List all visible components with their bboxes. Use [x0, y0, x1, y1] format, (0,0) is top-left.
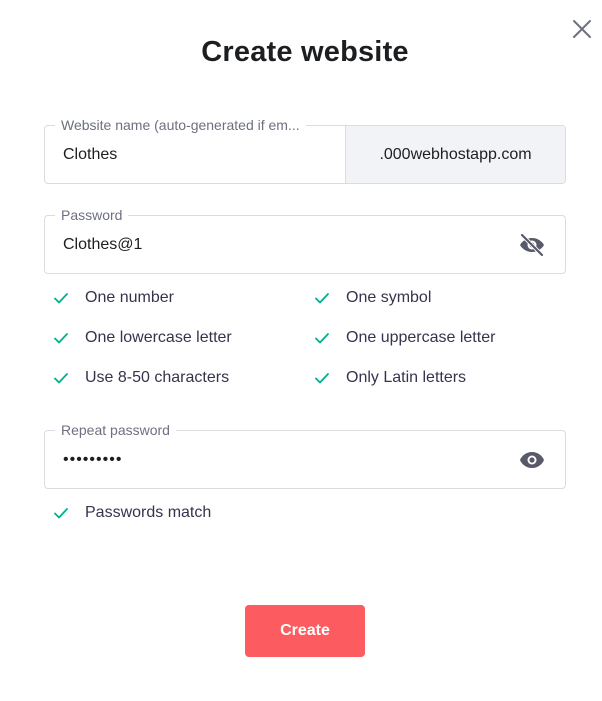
- requirement-latin: Only Latin letters: [314, 369, 466, 387]
- repeat-password-input[interactable]: [63, 431, 483, 488]
- check-icon: [314, 370, 330, 386]
- check-icon: [53, 330, 69, 346]
- website-name-input[interactable]: [63, 126, 343, 183]
- toggle-password-visibility-button[interactable]: [517, 230, 547, 260]
- check-icon: [53, 370, 69, 386]
- requirement-label: One number: [85, 289, 174, 306]
- requirement-label: One symbol: [346, 289, 432, 306]
- check-icon: [53, 505, 69, 521]
- check-icon: [314, 330, 330, 346]
- password-input[interactable]: [63, 216, 483, 273]
- eye-off-icon: [520, 233, 544, 257]
- password-field: Password: [44, 207, 566, 274]
- requirement-lowercase: One lowercase letter: [53, 329, 232, 347]
- passwords-match-label: Passwords match: [85, 504, 212, 521]
- requirement-label: Use 8-50 characters: [85, 369, 230, 386]
- requirement-label: One uppercase letter: [346, 329, 496, 346]
- requirement-label: Only Latin letters: [346, 369, 467, 386]
- create-button[interactable]: Create: [245, 605, 365, 657]
- passwords-match-status: Passwords match: [53, 504, 211, 522]
- domain-suffix: .000webhostapp.com: [345, 126, 565, 183]
- eye-icon: [520, 452, 544, 468]
- check-icon: [314, 290, 330, 306]
- website-name-field: Website name (auto-generated if em... .0…: [44, 117, 566, 184]
- dialog-title: Create website: [201, 36, 409, 68]
- requirement-one-symbol: One symbol: [314, 289, 431, 307]
- check-icon: [53, 290, 69, 306]
- repeat-password-field: Repeat password: [44, 422, 566, 489]
- requirement-label: One lowercase letter: [85, 329, 232, 346]
- requirement-uppercase: One uppercase letter: [314, 329, 495, 347]
- requirement-length: Use 8-50 characters: [53, 369, 229, 387]
- toggle-repeat-password-visibility-button[interactable]: [517, 445, 547, 475]
- requirement-one-number: One number: [53, 289, 174, 307]
